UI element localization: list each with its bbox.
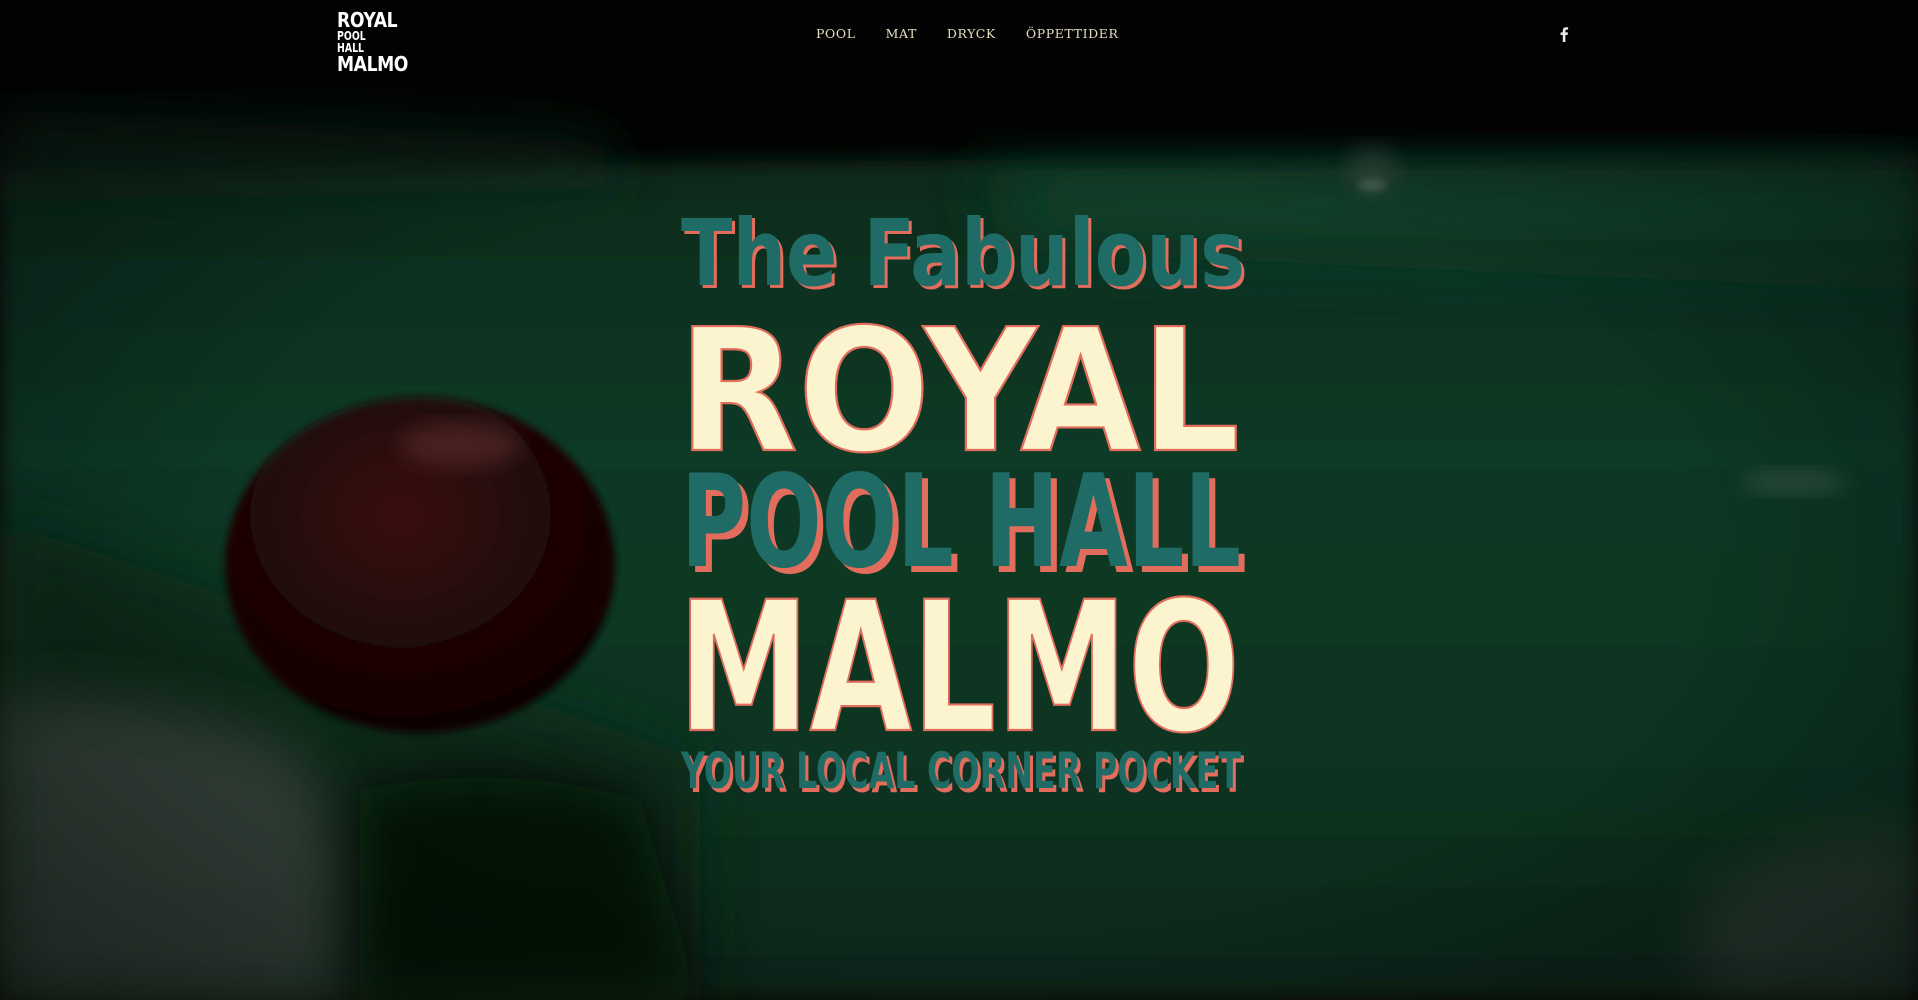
nav-item-oppettider[interactable]: ÖPPETTIDER <box>1026 26 1119 41</box>
site-logo[interactable]: ROYAL POOL HALL MALMO <box>337 8 408 76</box>
hero-tagline-bottom-text: YOUR LOCAL CORNER POCKET <box>680 742 1241 800</box>
hero-tagline-top-text: The Fabulous <box>681 200 1245 307</box>
facebook-icon[interactable] <box>1556 25 1572 43</box>
nav-item-dryck[interactable]: DRYCK <box>947 26 996 41</box>
hero-title-svg: The Fabulous The Fabulous ROYAL POOL HAL… <box>677 200 1248 804</box>
nav-item-pool[interactable]: POOL <box>816 26 856 41</box>
nav-item-mat[interactable]: MAT <box>886 26 917 41</box>
logo-line-pool-hall: POOL HALL <box>337 29 366 55</box>
hero-tagline-bottom: YOUR LOCAL CORNER POCKET YOUR LOCAL CORN… <box>680 742 1244 804</box>
facebook-icon-glyph <box>1560 27 1569 42</box>
site-header: ROYAL POOL HALL MALMO POOL MAT DRYCK ÖPP… <box>0 0 1918 74</box>
logo-line-malmo: MALMO <box>337 52 408 76</box>
main-nav: POOL MAT DRYCK ÖPPETTIDER <box>816 26 1118 41</box>
hero-title-block: The Fabulous The Fabulous ROYAL POOL HAL… <box>676 188 1248 804</box>
logo-line-royal: ROYAL <box>337 8 398 32</box>
